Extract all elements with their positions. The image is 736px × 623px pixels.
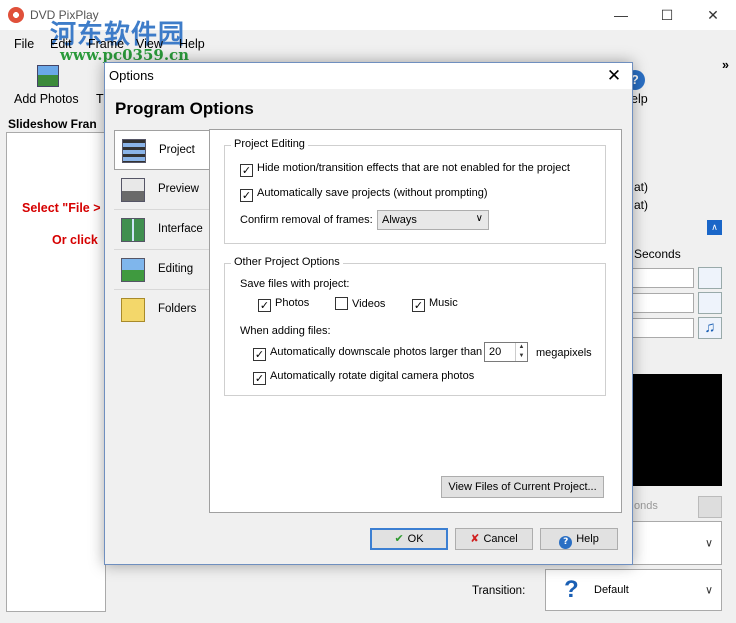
cross-icon: ✘ [470, 532, 480, 545]
transition-value: Default [594, 584, 629, 596]
add-photos-icon[interactable] [37, 65, 59, 87]
nav-item-folders[interactable]: Folders [114, 290, 210, 330]
transition-label: Transition: [472, 585, 526, 597]
video-picker-icon[interactable] [698, 292, 722, 314]
toolbar-overflow-icon[interactable]: » [722, 58, 729, 72]
downscale-checkbox[interactable]: ✓ Automatically downscale photos larger t… [253, 346, 482, 361]
help-toolbar-button[interactable]: elp [631, 92, 648, 106]
seconds-label: Seconds [634, 247, 681, 261]
megapixels-stepper[interactable]: 20 ▲ ▼ [484, 342, 528, 362]
slideshow-frames-title: Slideshow Fran [8, 117, 97, 131]
collapse-up-icon[interactable]: ∧ [707, 220, 722, 235]
music-field[interactable] [632, 318, 694, 338]
hint-select-file: Select "File > [22, 201, 101, 215]
projector-icon [121, 178, 145, 202]
help-circle-icon: ? [559, 536, 573, 549]
dialog-titlebar: Options ✕ [105, 63, 632, 89]
interface-icon [121, 218, 145, 242]
right-partial-label-1: at) [634, 180, 649, 194]
background-image-field[interactable] [632, 268, 694, 288]
cancel-button[interactable]: ✘ Cancel [455, 528, 533, 550]
maximize-button[interactable]: ☐ [644, 0, 690, 30]
dialog-close-icon[interactable]: ✕ [602, 64, 626, 88]
nav-item-project[interactable]: Project [114, 130, 210, 170]
video-field[interactable] [632, 293, 694, 313]
project-editing-title: Project Editing [231, 138, 308, 150]
auto-save-check[interactable]: ✓ [240, 189, 253, 202]
confirm-removal-label: Confirm removal of frames: [240, 214, 373, 226]
music-note-icon[interactable]: ♫ [698, 317, 722, 339]
chevron-down-icon: ∨ [704, 584, 713, 597]
hint-or-click: Or click [52, 233, 98, 247]
save-files-label: Save files with project: [240, 278, 350, 290]
other-options-title: Other Project Options [231, 256, 343, 268]
app-icon [8, 7, 24, 23]
toolbar-partial-t[interactable]: T [96, 92, 104, 106]
nav-item-editing[interactable]: Editing [114, 250, 210, 290]
menu-file[interactable]: File [14, 37, 34, 51]
close-button[interactable]: ✕ [690, 0, 736, 30]
checkmark-icon: ✔ [394, 532, 404, 545]
transition-dropdown[interactable]: ? Default ∨ [545, 569, 722, 611]
frame-effect-dropdown[interactable]: ∨ [632, 521, 722, 565]
view-files-button[interactable]: View Files of Current Project... [441, 476, 604, 498]
ok-button[interactable]: ✔ OK [370, 528, 448, 550]
dialog-title: Options [109, 68, 154, 83]
folders-icon [121, 298, 145, 322]
editing-icon [121, 258, 145, 282]
photos-checkbox[interactable]: ✓ Photos [258, 297, 309, 312]
nav-item-preview[interactable]: Preview [114, 170, 210, 210]
confirm-removal-select[interactable]: Always ∨ [377, 210, 489, 230]
music-checkbox[interactable]: ✓ Music [412, 297, 458, 312]
project-editing-group: Project Editing ✓ Hide motion/transition … [224, 138, 606, 244]
preview-area [630, 374, 722, 486]
program-options-heading: Program Options [115, 99, 254, 118]
videos-checkbox[interactable]: Videos [335, 297, 385, 310]
when-adding-label: When adding files: [240, 325, 331, 337]
other-project-options-group: Other Project Options Save files with pr… [224, 256, 606, 396]
megapixels-label: megapixels [536, 347, 592, 359]
nav-item-interface[interactable]: Interface [114, 210, 210, 250]
minimize-button[interactable]: — [598, 0, 644, 30]
image-picker-icon[interactable] [698, 267, 722, 289]
options-dialog: Options ✕ Program Options Project Previe… [104, 62, 633, 565]
film-icon [122, 139, 146, 163]
auto-save-checkbox[interactable]: ✓ Automatically save projects (without pr… [240, 187, 487, 202]
eraser-icon[interactable] [698, 496, 722, 518]
duration-partial-label: onds [634, 500, 658, 512]
question-icon: ? [564, 576, 579, 603]
chevron-down-icon: ∨ [475, 213, 483, 224]
project-options-panel: Project Editing ✓ Hide motion/transition … [209, 129, 622, 513]
auto-rotate-checkbox[interactable]: ✓ Automatically rotate digital camera pho… [253, 370, 474, 385]
hide-effects-checkbox[interactable]: ✓ Hide motion/transition effects that are… [240, 162, 570, 177]
add-photos-button[interactable]: Add Photos [14, 92, 79, 106]
help-button[interactable]: ? Help [540, 528, 618, 550]
stepper-arrows-icon[interactable]: ▲ ▼ [515, 343, 527, 361]
right-partial-label-2: at) [634, 198, 649, 212]
options-nav: Project Preview Interface Editing Folder… [114, 130, 210, 390]
hide-effects-check[interactable]: ✓ [240, 164, 253, 177]
